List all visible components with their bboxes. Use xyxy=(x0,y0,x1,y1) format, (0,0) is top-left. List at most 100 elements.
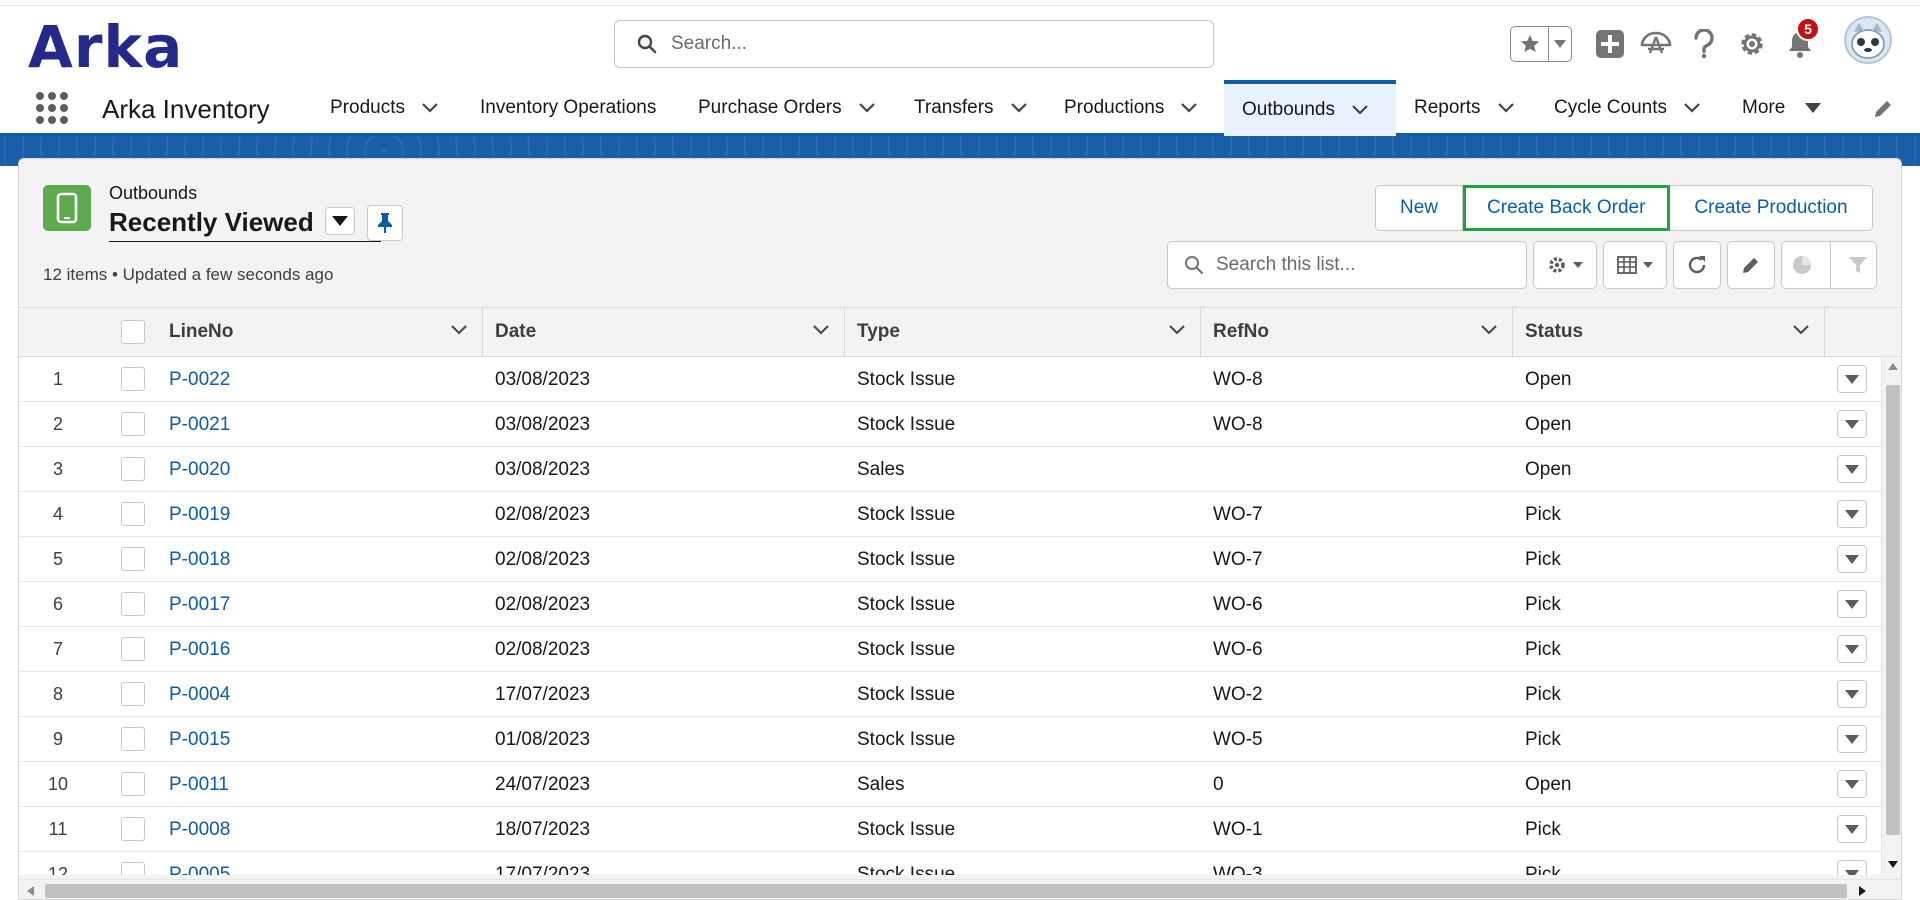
chevron-down-icon[interactable] xyxy=(1168,324,1186,336)
row-checkbox[interactable] xyxy=(121,457,145,481)
horizontal-scrollbar[interactable] xyxy=(19,879,1901,899)
row-actions-menu-button[interactable] xyxy=(1837,635,1867,663)
create-back-order-button[interactable]: Create Back Order xyxy=(1463,185,1671,231)
nav-item-cycle-counts[interactable]: Cycle Counts xyxy=(1554,80,1701,136)
row-actions-menu-button[interactable] xyxy=(1837,860,1867,875)
scroll-down-arrow-icon[interactable] xyxy=(1888,861,1898,868)
lineno-link[interactable]: P-0008 xyxy=(169,807,230,852)
lineno-link[interactable]: P-0005 xyxy=(169,852,230,876)
app-launcher-waffle-icon[interactable] xyxy=(36,92,68,124)
row-checkbox[interactable] xyxy=(121,862,145,875)
nav-item-more[interactable]: More xyxy=(1742,80,1822,136)
nav-item-outbounds[interactable]: Outbounds xyxy=(1224,80,1396,136)
chevron-down-icon[interactable] xyxy=(1480,324,1498,336)
row-actions-menu-button[interactable] xyxy=(1837,770,1867,798)
lineno-link[interactable]: P-0015 xyxy=(169,717,230,762)
caret-down-icon[interactable] xyxy=(1805,103,1822,113)
chevron-down-icon[interactable] xyxy=(1351,104,1369,116)
row-checkbox[interactable] xyxy=(121,772,145,796)
select-all-checkbox[interactable] xyxy=(121,320,145,344)
horizontal-scroll-thumb[interactable] xyxy=(45,884,1847,898)
row-actions-menu-button[interactable] xyxy=(1837,500,1867,528)
favorites-caret-icon[interactable] xyxy=(1549,27,1571,61)
lineno-link[interactable]: P-0020 xyxy=(169,447,230,492)
row-actions-menu-button[interactable] xyxy=(1837,725,1867,753)
chevron-down-icon[interactable] xyxy=(421,102,439,114)
lineno-link[interactable]: P-0017 xyxy=(169,582,230,627)
chart-pie-icon[interactable] xyxy=(1791,254,1813,276)
column-header-status[interactable]: Status xyxy=(1513,308,1825,356)
row-actions-menu-button[interactable] xyxy=(1837,365,1867,393)
row-checkbox[interactable] xyxy=(121,817,145,841)
filter-icon[interactable] xyxy=(1848,255,1868,275)
global-search[interactable] xyxy=(614,20,1214,68)
scroll-up-arrow-icon[interactable] xyxy=(1888,363,1898,370)
favorites-button-group[interactable] xyxy=(1510,26,1572,62)
chevron-down-icon[interactable] xyxy=(812,324,830,336)
arka-logo[interactable]: Arka xyxy=(28,18,183,76)
vertical-scrollbar[interactable] xyxy=(1881,357,1901,875)
list-settings-button[interactable] xyxy=(1533,241,1597,289)
list-view-name[interactable]: Recently Viewed xyxy=(109,207,314,238)
column-header-type[interactable]: Type xyxy=(845,308,1201,356)
row-checkbox[interactable] xyxy=(121,682,145,706)
column-header-date[interactable]: Date xyxy=(483,308,845,356)
display-as-table-button[interactable] xyxy=(1603,241,1667,289)
trailhead-icon[interactable] xyxy=(1638,26,1674,62)
vertical-scroll-thumb[interactable] xyxy=(1886,385,1900,835)
scroll-right-arrow-icon[interactable] xyxy=(1859,886,1866,896)
row-actions-menu-button[interactable] xyxy=(1837,455,1867,483)
nav-item-productions[interactable]: Productions xyxy=(1064,80,1198,136)
row-actions-menu-button[interactable] xyxy=(1837,815,1867,843)
list-search[interactable] xyxy=(1167,241,1527,289)
row-checkbox[interactable] xyxy=(121,547,145,571)
list-view-picker-button[interactable] xyxy=(325,207,355,235)
lineno-link[interactable]: P-0004 xyxy=(169,672,230,717)
lineno-link[interactable]: P-0018 xyxy=(169,537,230,582)
nav-item-transfers[interactable]: Transfers xyxy=(914,80,1028,136)
charts-filters-button-group[interactable] xyxy=(1781,241,1877,289)
global-search-input[interactable] xyxy=(671,33,1191,55)
new-button[interactable]: New xyxy=(1375,185,1464,231)
refresh-button[interactable] xyxy=(1673,241,1721,289)
nav-item-purchase-orders[interactable]: Purchase Orders xyxy=(698,80,876,136)
nav-item-inventory-operations[interactable]: Inventory Operations xyxy=(480,80,656,136)
star-icon[interactable] xyxy=(1511,27,1549,61)
row-actions-menu-button[interactable] xyxy=(1837,590,1867,618)
global-actions-plus-icon[interactable] xyxy=(1592,26,1628,62)
nav-item-reports[interactable]: Reports xyxy=(1414,80,1515,136)
row-checkbox[interactable] xyxy=(121,502,145,526)
row-checkbox[interactable] xyxy=(121,727,145,751)
lineno-link[interactable]: P-0016 xyxy=(169,627,230,672)
lineno-link[interactable]: P-0011 xyxy=(169,762,229,807)
nav-item-products[interactable]: Products xyxy=(330,80,439,136)
list-search-input[interactable] xyxy=(1216,254,1516,276)
lineno-link[interactable]: P-0021 xyxy=(169,402,230,447)
chevron-down-icon[interactable] xyxy=(1683,102,1701,114)
row-checkbox[interactable] xyxy=(121,412,145,436)
chevron-down-icon[interactable] xyxy=(450,324,468,336)
row-actions-menu-button[interactable] xyxy=(1837,545,1867,573)
row-checkbox[interactable] xyxy=(121,637,145,661)
setup-gear-icon[interactable] xyxy=(1734,26,1770,62)
lineno-link[interactable]: P-0019 xyxy=(169,492,230,537)
scroll-left-arrow-icon[interactable] xyxy=(27,886,34,896)
chevron-down-icon[interactable] xyxy=(1010,102,1028,114)
column-header-lineno[interactable]: LineNo xyxy=(157,308,483,356)
column-header-refno[interactable]: RefNo xyxy=(1201,308,1513,356)
help-icon[interactable] xyxy=(1686,26,1722,62)
create-production-button[interactable]: Create Production xyxy=(1670,185,1873,231)
chevron-down-icon[interactable] xyxy=(1180,102,1198,114)
inline-edit-button[interactable] xyxy=(1727,241,1775,289)
chevron-down-icon[interactable] xyxy=(1497,102,1515,114)
pin-list-view-button[interactable] xyxy=(367,205,403,241)
row-checkbox[interactable] xyxy=(121,367,145,391)
user-avatar[interactable] xyxy=(1844,16,1892,64)
chevron-down-icon[interactable] xyxy=(1792,324,1810,336)
edit-nav-pencil-icon[interactable] xyxy=(1872,98,1894,125)
chevron-down-icon[interactable] xyxy=(858,102,876,114)
lineno-link[interactable]: P-0022 xyxy=(169,357,230,402)
row-checkbox[interactable] xyxy=(121,592,145,616)
row-actions-menu-button[interactable] xyxy=(1837,410,1867,438)
row-actions-menu-button[interactable] xyxy=(1837,680,1867,708)
